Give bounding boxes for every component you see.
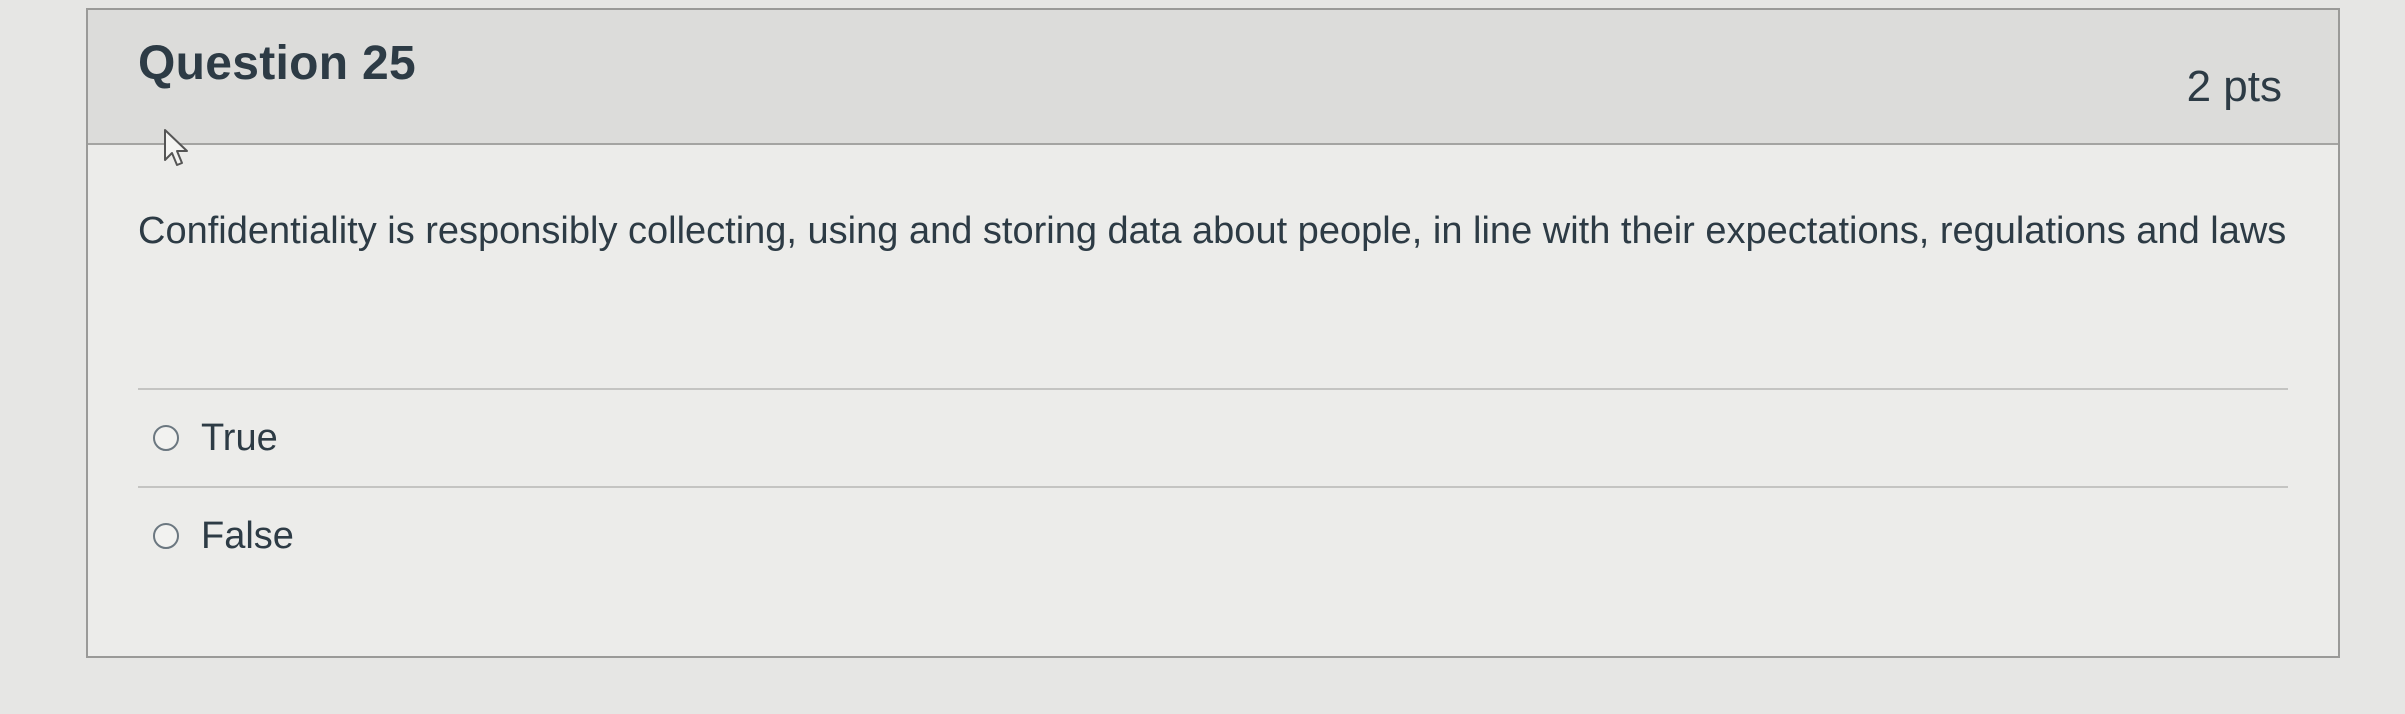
question-points: 2 pts [2186, 62, 2282, 111]
question-header: Question 25 2 pts [88, 10, 2338, 145]
radio-button-icon[interactable] [153, 425, 179, 451]
question-text: Confidentiality is responsibly collectin… [138, 210, 2287, 252]
question-card: Question 25 2 pts Confidentiality is res… [86, 8, 2340, 658]
mouse-pointer-icon [164, 129, 188, 166]
answer-label[interactable]: True [201, 417, 278, 460]
answer-label[interactable]: False [201, 515, 294, 558]
question-title: Question 25 [138, 37, 417, 90]
radio-button-icon[interactable] [153, 523, 179, 549]
answer-option-true[interactable]: True [138, 390, 2288, 486]
answer-list: True False [138, 388, 2288, 584]
answer-option-false[interactable]: False [138, 488, 2288, 584]
